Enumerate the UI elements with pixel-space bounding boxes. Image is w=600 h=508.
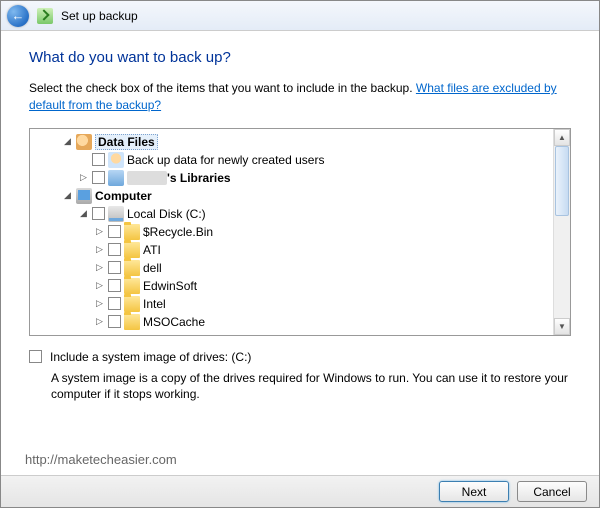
checkbox[interactable] [92, 207, 105, 220]
description-text: Select the check box of the items that y… [29, 81, 416, 95]
tree-node-local-disk[interactable]: ◢ Local Disk (C:) [32, 205, 551, 223]
computer-icon [76, 188, 92, 204]
scroll-thumb[interactable] [555, 146, 569, 216]
backup-tree: ◢ Data Files ▸ Back up data for newly cr… [30, 129, 553, 335]
system-image-description: A system image is a copy of the drives r… [29, 370, 571, 404]
tree-node-folder[interactable]: ▷ EdwinSoft [32, 277, 551, 295]
scroll-up-button[interactable]: ▲ [554, 129, 570, 146]
folder-icon [124, 278, 140, 294]
back-button[interactable]: ← [7, 5, 29, 27]
expand-icon[interactable]: ▷ [94, 280, 105, 291]
tree-node-folder[interactable]: ▷ MSOCache [32, 313, 551, 331]
folder-icon [124, 296, 140, 312]
backup-icon [37, 8, 53, 24]
libraries-icon [108, 170, 124, 186]
tree-container: ◢ Data Files ▸ Back up data for newly cr… [29, 128, 571, 336]
system-image-label: Include a system image of drives: (C:) [50, 350, 251, 364]
tree-label: MSOCache [143, 315, 205, 329]
checkbox[interactable] [92, 171, 105, 184]
arrow-left-icon: ← [12, 8, 25, 23]
checkbox[interactable] [108, 225, 121, 238]
checkbox[interactable] [92, 153, 105, 166]
tree-node-new-users[interactable]: ▸ Back up data for newly created users [32, 151, 551, 169]
system-image-section: Include a system image of drives: (C:) A… [1, 336, 599, 404]
tree-label: $Recycle.Bin [143, 225, 213, 239]
tree-label: Local Disk (C:) [127, 207, 206, 221]
tree-node-computer[interactable]: ◢ Computer [32, 187, 551, 205]
expand-icon[interactable]: ▷ [94, 298, 105, 309]
system-image-checkbox[interactable] [29, 350, 42, 363]
users-icon [76, 134, 92, 150]
vertical-scrollbar[interactable]: ▲ ▼ [553, 129, 570, 335]
folder-icon [124, 242, 140, 258]
tree-label: Intel [143, 297, 166, 311]
page-description: Select the check box of the items that y… [29, 80, 571, 114]
user-icon [108, 152, 124, 168]
checkbox[interactable] [108, 297, 121, 310]
footer-bar: Next Cancel [1, 475, 599, 507]
tree-node-folder[interactable]: ▷ ATI [32, 241, 551, 259]
expand-icon[interactable]: ▷ [78, 172, 89, 183]
checkbox[interactable] [108, 243, 121, 256]
collapse-icon[interactable]: ◢ [62, 136, 73, 147]
tree-node-folder[interactable]: ▷ dell [32, 259, 551, 277]
collapse-icon[interactable]: ◢ [62, 190, 73, 201]
tree-label: ATI [143, 243, 161, 257]
disk-icon [108, 206, 124, 222]
tree-label: Computer [95, 189, 152, 203]
checkbox[interactable] [108, 279, 121, 292]
expand-icon[interactable]: ▷ [94, 262, 105, 273]
checkbox[interactable] [108, 315, 121, 328]
title-bar: ← Set up backup [1, 1, 599, 31]
scroll-track[interactable] [554, 146, 570, 318]
collapse-icon[interactable]: ◢ [78, 208, 89, 219]
expand-icon[interactable]: ▷ [94, 244, 105, 255]
checkbox[interactable] [108, 261, 121, 274]
page-heading: What do you want to back up? [29, 49, 571, 66]
watermark-text: http://maketecheasier.com [25, 452, 177, 467]
main-content: What do you want to back up? Select the … [1, 31, 599, 336]
tree-label: Data Files [95, 134, 158, 150]
tree-label: Usman's Libraries [127, 171, 231, 185]
expand-icon[interactable]: ▷ [94, 226, 105, 237]
window-title: Set up backup [61, 9, 138, 23]
expand-icon[interactable]: ▷ [94, 316, 105, 327]
tree-node-data-files[interactable]: ◢ Data Files [32, 133, 551, 151]
tree-label: EdwinSoft [143, 279, 197, 293]
tree-node-user-libraries[interactable]: ▷ Usman's Libraries [32, 169, 551, 187]
next-button[interactable]: Next [439, 481, 509, 502]
scroll-down-button[interactable]: ▼ [554, 318, 570, 335]
button-label: Next [462, 485, 487, 499]
folder-icon [124, 260, 140, 276]
cancel-button[interactable]: Cancel [517, 481, 587, 502]
button-label: Cancel [533, 485, 570, 499]
tree-label: Back up data for newly created users [127, 153, 324, 167]
folder-icon [124, 314, 140, 330]
tree-label: dell [143, 261, 162, 275]
tree-node-folder[interactable]: ▷ $Recycle.Bin [32, 223, 551, 241]
tree-node-folder[interactable]: ▷ Intel [32, 295, 551, 313]
folder-icon [124, 224, 140, 240]
